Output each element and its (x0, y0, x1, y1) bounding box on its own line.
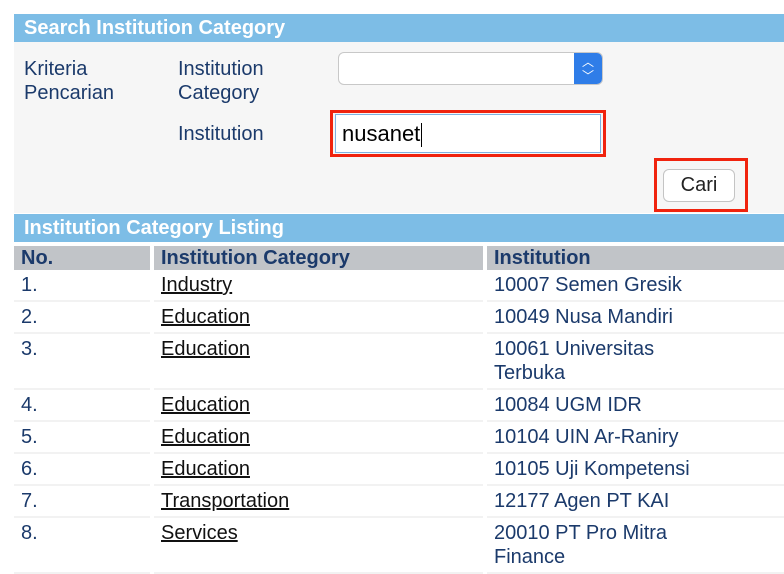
table-row: 8. Services 20010 PT Pro Mitra Finance (14, 518, 784, 574)
row-institution: 10007 Semen Gresik (487, 270, 784, 302)
row-no: 3. (14, 334, 150, 390)
row-no: 2. (14, 302, 150, 334)
row-category-cell: Services (154, 518, 483, 574)
row-no: 4. (14, 390, 150, 422)
row-institution: 10105 Uji Kompetensi (487, 454, 784, 486)
category-link[interactable]: Industry (161, 274, 232, 296)
category-link[interactable]: Services (161, 522, 238, 544)
row-category-cell: Education (154, 454, 483, 486)
col-no: No. (14, 246, 150, 270)
table-header-row: No. Institution Category Institution (14, 246, 784, 270)
table-row: 5. Education 10104 UIN Ar-Raniry (14, 422, 784, 454)
category-link[interactable]: Education (161, 394, 250, 416)
row-category-cell: Education (154, 390, 483, 422)
table-row: 2. Education 10049 Nusa Mandiri (14, 302, 784, 334)
category-link[interactable]: Education (161, 338, 250, 360)
category-link[interactable]: Education (161, 306, 250, 328)
chevron-updown-icon: ︿ ﹀ (574, 53, 602, 84)
search-header: Search Institution Category (14, 14, 784, 42)
row-category-cell: Transportation (154, 486, 483, 518)
criteria-label: Kriteria Pencarian (24, 58, 115, 104)
row-no: 6. (14, 454, 150, 486)
category-link[interactable]: Education (161, 458, 250, 480)
row-institution: 12177 Agen PT KAI (487, 486, 784, 518)
row-institution: 10049 Nusa Mandiri (487, 302, 784, 334)
institution-label: Institution (178, 123, 264, 145)
listing-table: No. Institution Category Institution 1. … (10, 246, 784, 574)
row-no: 8. (14, 518, 150, 574)
cari-button[interactable]: Cari (663, 169, 735, 202)
category-link[interactable]: Education (161, 426, 250, 448)
category-select[interactable]: ︿ ﹀ (338, 52, 603, 85)
col-category: Institution Category (154, 246, 483, 270)
row-institution: 10084 UGM IDR (487, 390, 784, 422)
input-value: nusanet (342, 121, 421, 146)
row-no: 1. (14, 270, 150, 302)
row-no: 5. (14, 422, 150, 454)
institution-input[interactable]: nusanet (335, 114, 601, 153)
table-row: 7. Transportation 12177 Agen PT KAI (14, 486, 784, 518)
row-institution: 10061 Universitas Terbuka (487, 334, 784, 390)
row-institution: 10104 UIN Ar-Raniry (487, 422, 784, 454)
text-caret (421, 123, 423, 148)
listing-header: Institution Category Listing (14, 214, 784, 242)
table-row: 4. Education 10084 UGM IDR (14, 390, 784, 422)
table-row: 3. Education 10061 Universitas Terbuka (14, 334, 784, 390)
row-institution: 20010 PT Pro Mitra Finance (487, 518, 784, 574)
row-category-cell: Education (154, 422, 483, 454)
row-category-cell: Education (154, 302, 483, 334)
table-row: 6. Education 10105 Uji Kompetensi (14, 454, 784, 486)
category-label: Institution Category (178, 58, 264, 104)
row-no: 7. (14, 486, 150, 518)
row-category-cell: Education (154, 334, 483, 390)
category-link[interactable]: Transportation (161, 490, 289, 512)
col-institution: Institution (487, 246, 784, 270)
row-category-cell: Industry (154, 270, 483, 302)
table-row: 1. Industry 10007 Semen Gresik (14, 270, 784, 302)
